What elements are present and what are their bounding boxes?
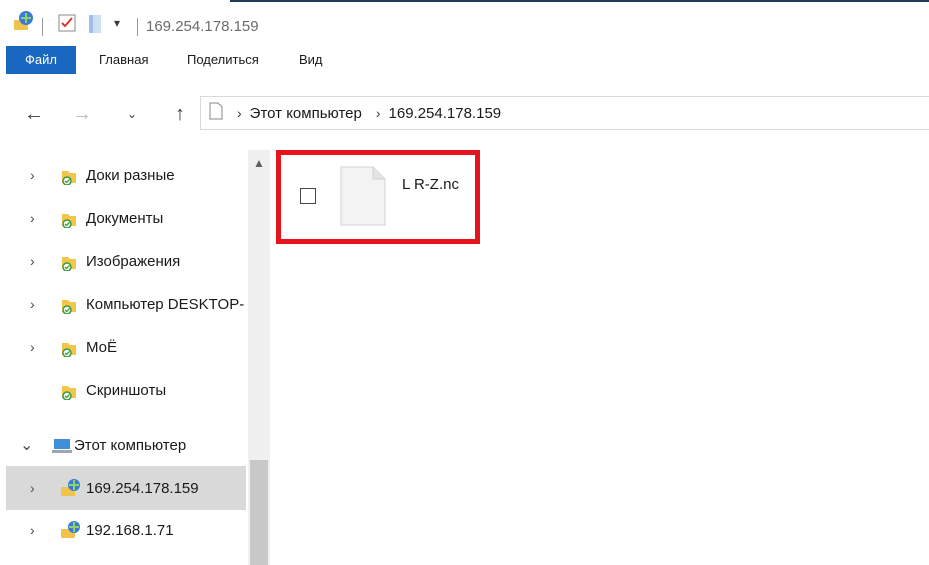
tree-item-label: 169.254.178.159: [86, 479, 199, 497]
folder-icon: [60, 339, 80, 362]
chevron-right-icon[interactable]: ›: [30, 253, 35, 269]
tree-item-label: Изображения: [86, 252, 181, 270]
file-select-checkbox[interactable]: [300, 188, 316, 204]
tree-item-network-192[interactable]: › 192.168.1.71: [6, 510, 246, 550]
customize-toolbar-icon[interactable]: ▾: [114, 16, 120, 30]
computer-icon: [52, 437, 74, 460]
tree-item-label: МоЁ: [86, 338, 118, 356]
navigation-pane: › Доки разные › Документы › Изображения …: [0, 150, 270, 565]
network-drive-icon[interactable]: [12, 10, 36, 37]
tree-item-screenshots[interactable]: Скриншоты: [6, 370, 246, 410]
tree-item-label: Скриншоты: [86, 381, 167, 399]
tree-item-documents[interactable]: › Документы: [6, 198, 246, 238]
window-accent-line: [230, 0, 929, 2]
tree-item-doki-raznye[interactable]: › Доки разные: [6, 155, 246, 195]
address-bar[interactable]: › Этот компьютер › 169.254.178.159: [200, 96, 929, 130]
tab-share[interactable]: Поделиться: [187, 46, 259, 74]
chevron-right-icon[interactable]: ›: [30, 480, 35, 496]
toolbar-separator: [137, 18, 138, 36]
file-name: L R-Z.nc: [402, 176, 459, 193]
tab-file[interactable]: Файл: [6, 46, 76, 74]
folder-icon: [60, 210, 80, 233]
folder-icon: [60, 382, 80, 405]
folder-icon: [60, 253, 80, 276]
new-folder-icon[interactable]: [88, 14, 102, 39]
breadcrumb-separator-icon[interactable]: ›: [237, 105, 242, 121]
window-title: 169.254.178.159: [146, 18, 259, 35]
tree-item-network-169[interactable]: › 169.254.178.159: [6, 466, 246, 510]
up-arrow-icon[interactable]: ↑: [166, 100, 194, 128]
quick-access-toolbar: ▾ 169.254.178.159: [0, 6, 929, 42]
tree-item-computer-desktop[interactable]: › Компьютер DESKTOP-: [6, 284, 246, 324]
breadcrumb-network-location[interactable]: 169.254.178.159: [389, 105, 502, 122]
recent-locations-icon[interactable]: ⌄: [118, 100, 146, 128]
tree-item-label: Доки разные: [86, 166, 175, 184]
navigation-bar: ← → ⌄ ↑ › Этот компьютер › 169.254.178.1…: [0, 88, 929, 140]
chevron-right-icon[interactable]: ›: [30, 296, 35, 312]
tree-item-label: Этот компьютер: [74, 436, 187, 454]
chevron-right-icon[interactable]: ›: [30, 210, 35, 226]
page-icon: [209, 102, 223, 125]
chevron-down-icon[interactable]: ⌄: [20, 435, 33, 455]
tab-view[interactable]: Вид: [299, 46, 323, 74]
navigation-scrollbar[interactable]: ▲: [248, 150, 270, 565]
tree-item-moyo[interactable]: › МоЁ: [6, 327, 246, 367]
folder-icon: [60, 167, 80, 190]
chevron-right-icon[interactable]: ›: [30, 522, 35, 538]
network-drive-icon: [60, 478, 82, 503]
tree-item-label: Документы: [86, 209, 164, 227]
tree-item-this-pc[interactable]: ⌄ Этот компьютер: [6, 425, 246, 465]
back-arrow-icon[interactable]: ←: [20, 100, 48, 128]
scrollbar-thumb[interactable]: [250, 460, 268, 565]
scroll-up-icon[interactable]: ▲: [253, 156, 265, 170]
tree-item-label: 192.168.1.71: [86, 521, 174, 539]
network-drive-icon: [60, 520, 82, 545]
file-list: L R-Z.nc: [272, 150, 929, 565]
file-item[interactable]: L R-Z.nc: [276, 150, 480, 244]
toolbar-separator: [42, 18, 43, 36]
tab-home[interactable]: Главная: [99, 46, 148, 74]
folder-icon: [60, 296, 80, 319]
window-top-edge: [0, 0, 929, 4]
breadcrumb-this-pc[interactable]: Этот компьютер: [250, 105, 362, 122]
tree-item-images[interactable]: › Изображения: [6, 241, 246, 281]
breadcrumb-separator-icon[interactable]: ›: [376, 105, 381, 121]
chevron-right-icon[interactable]: ›: [30, 339, 35, 355]
chevron-right-icon[interactable]: ›: [30, 167, 35, 183]
properties-icon[interactable]: [58, 14, 76, 37]
file-icon: [340, 166, 386, 231]
ribbon-tabs: Файл Главная Поделиться Вид: [0, 46, 929, 74]
forward-arrow-icon[interactable]: →: [68, 100, 96, 128]
tree-item-label: Компьютер DESKTOP-: [86, 295, 245, 313]
